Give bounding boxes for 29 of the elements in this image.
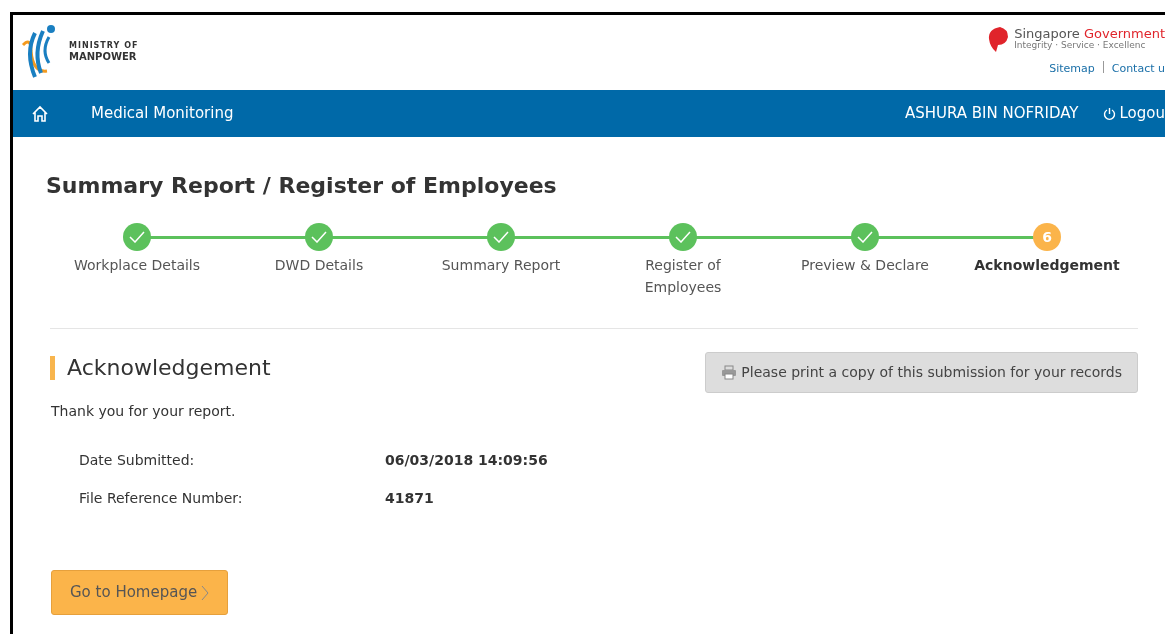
logo-text: MANPOWER [69,50,138,63]
chevron-right-icon [201,584,210,601]
power-icon [1102,106,1116,121]
step-label: DWD Details [273,256,365,276]
logout-button[interactable]: Logou [1102,102,1165,125]
step-label: Preview & Declare [800,256,930,276]
home-icon[interactable] [31,104,49,123]
detail-value: 41871 [385,489,434,509]
detail-label: Date Submitted: [79,451,196,471]
contact-link[interactable]: Contact u [1111,61,1165,78]
print-button[interactable]: Please print a copy of this submission for your records [705,352,1138,394]
user-name: ASHURA BIN NOFRIDAY [904,103,1079,125]
step-label: Acknowledgement [973,256,1121,276]
go-to-homepage-button[interactable]: Go to Homepage [51,570,229,615]
step-label: Register of Employees [643,256,723,298]
detail-value: 06/03/2018 14:09:56 [385,451,548,471]
government-name: Singapore Government [1014,27,1165,41]
government-tagline: Integrity · Service · Excellenc [1014,40,1147,51]
app-title[interactable]: Medical Monitoring [91,102,234,125]
detail-label: File Reference Number: [79,489,244,509]
printer-icon [721,365,738,381]
page-title: Summary Report / Register of Employees [46,173,558,200]
logo-text: MINISTRY OF [69,41,139,51]
sitemap-link[interactable]: Sitemap [1049,61,1095,78]
step-number: 6 [1033,223,1061,252]
step-label: Summary Report [440,256,562,276]
section-heading: Acknowledgement [50,356,271,381]
step-label: Workplace Details [72,256,202,276]
thank-you-message: Thank you for your report. [50,402,237,422]
